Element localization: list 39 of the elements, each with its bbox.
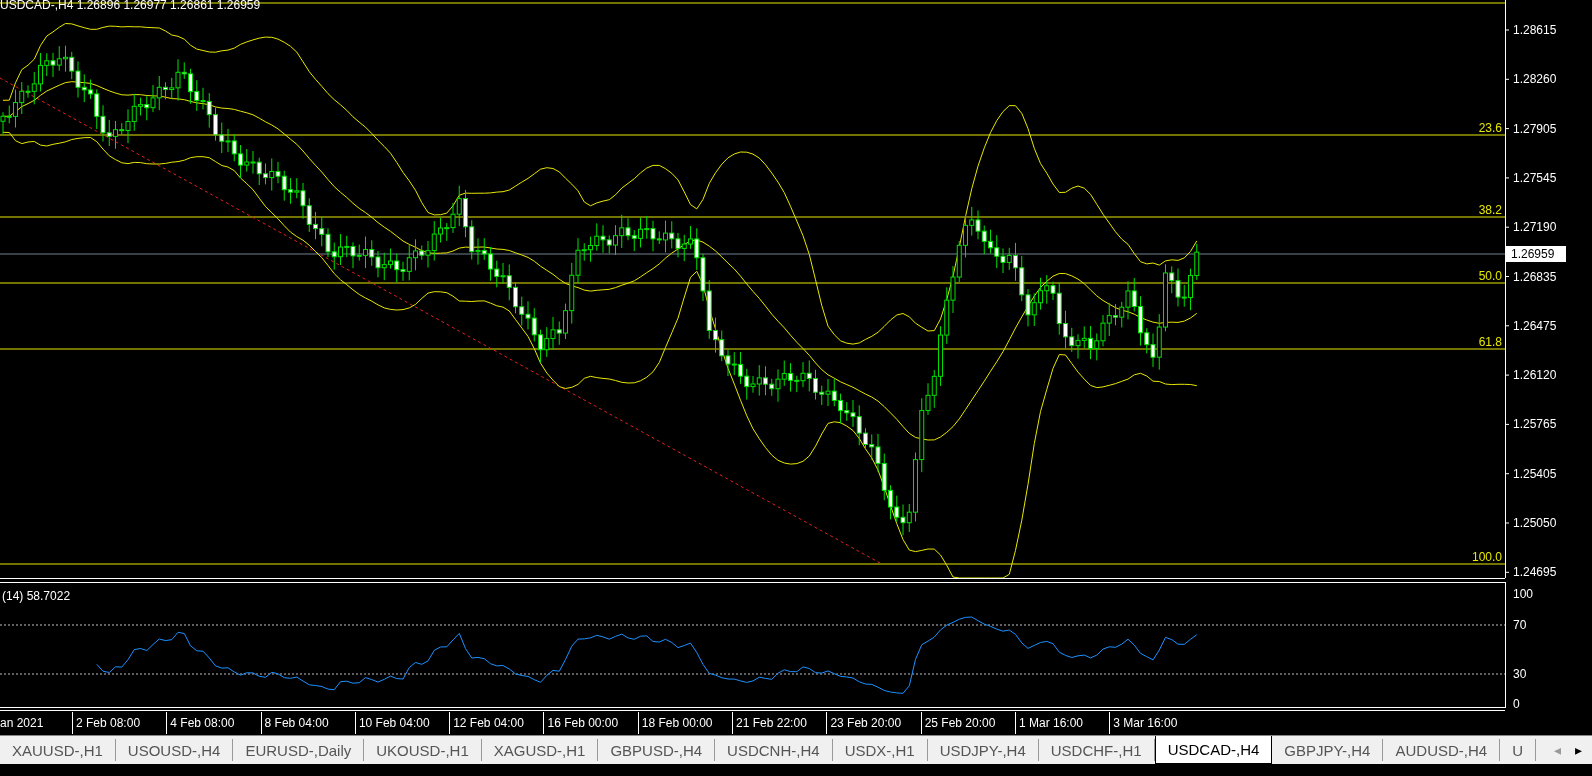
current-price-label: 1.26959 xyxy=(1506,246,1566,262)
time-axis-label: 23 Feb 20:00 xyxy=(826,712,921,734)
price-axis-label: 1.25405 xyxy=(1513,466,1557,481)
fibonacci-level-label: 23.6 xyxy=(1478,121,1502,135)
chart-header-text: USDCAD-,H4 1.26896 1.26977 1.26861 1.26959 xyxy=(0,0,261,12)
rsi-label: (14) 58.7022 xyxy=(2,589,71,603)
time-axis-label: an 2021 xyxy=(0,715,45,732)
rsi-axis-label: 70 xyxy=(1513,618,1527,632)
scroll-right-button[interactable]: ▸ xyxy=(1571,742,1586,758)
time-axis-label: 12 Feb 04:00 xyxy=(449,712,544,734)
time-axis-label: 21 Feb 22:00 xyxy=(732,712,827,734)
price-axis-label: 1.26835 xyxy=(1513,269,1557,284)
price-axis-label: 1.26120 xyxy=(1513,368,1557,383)
price-axis-label: 1.27905 xyxy=(1513,121,1557,136)
price-axis-label: 1.27190 xyxy=(1513,220,1557,235)
rsi-axis-label: 100 xyxy=(1513,587,1534,601)
price-axis-label: 1.28615 xyxy=(1513,23,1557,37)
time-axis-label: 16 Feb 00:00 xyxy=(543,712,638,734)
time-axis-label: 2 Feb 08:00 xyxy=(72,712,167,734)
price-axis-label: 1.25050 xyxy=(1513,516,1557,530)
price-axis-label: 1.24695 xyxy=(1513,565,1557,580)
fibonacci-level-label: 61.8 xyxy=(1478,335,1502,349)
rsi-axis-label: 0 xyxy=(1513,697,1520,710)
time-axis-label: 1 Mar 16:00 xyxy=(1014,712,1110,734)
time-axis-label: 4 Feb 08:00 xyxy=(166,712,261,734)
time-axis-label: 10 Feb 04:00 xyxy=(354,712,450,734)
time-axis-label: 18 Feb 00:00 xyxy=(637,712,733,734)
time-axis-label: 25 Feb 20:00 xyxy=(920,712,1015,734)
rsi-axis-label: 30 xyxy=(1513,667,1527,681)
fibonacci-level-label: 100.0 xyxy=(1471,550,1502,564)
time-axis-label: 8 Feb 04:00 xyxy=(260,712,355,734)
chart-tab[interactable]: USDCAD-,H4 xyxy=(1154,736,1273,764)
price-axis-label: 1.27545 xyxy=(1513,170,1557,185)
fibonacci-level-label: 38.2 xyxy=(1478,203,1502,217)
price-axis-label: 1.25765 xyxy=(1513,417,1557,432)
fibonacci-level-label: 50.0 xyxy=(1478,269,1502,283)
price-axis-label: 1.26475 xyxy=(1513,318,1557,333)
price-axis-label: 1.28260 xyxy=(1513,72,1557,87)
time-axis-label: 3 Mar 16:00 xyxy=(1109,712,1204,734)
